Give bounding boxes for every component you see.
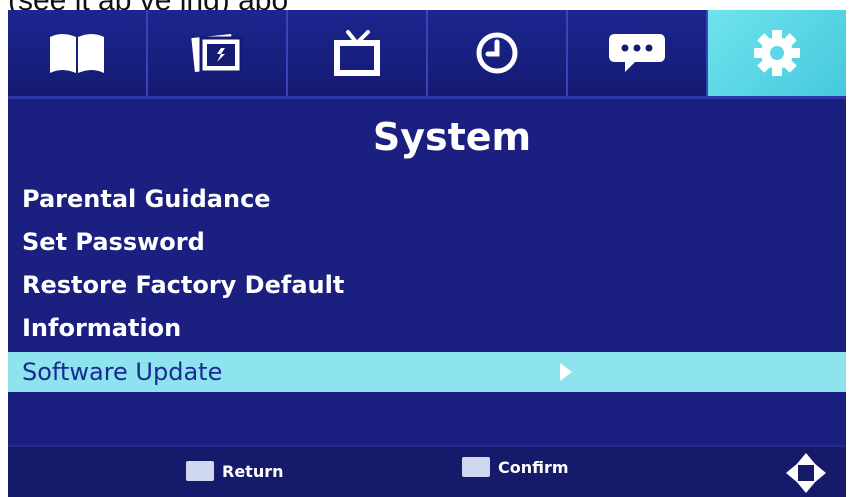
return-hint[interactable]: Return	[186, 461, 284, 481]
photo-frame: (see it ab ve ing) abo System Parental G…	[0, 0, 854, 497]
tab-time[interactable]	[428, 10, 568, 96]
menu-item-restore-factory-default[interactable]: Restore Factory Default	[8, 264, 846, 307]
confirm-hint[interactable]: Confirm	[462, 457, 569, 477]
menu-item-set-password[interactable]: Set Password	[8, 221, 846, 264]
tab-settings[interactable]	[708, 10, 846, 96]
arrow-right-icon	[560, 363, 572, 381]
tab-picture[interactable]	[148, 10, 288, 96]
speech-bubble-icon	[609, 34, 665, 72]
confirm-label: Confirm	[498, 457, 569, 477]
tab-language[interactable]	[568, 10, 708, 96]
menu-item-label: Software Update	[22, 358, 223, 386]
tab-guide[interactable]	[8, 10, 148, 96]
return-label: Return	[222, 461, 284, 481]
footer-hints: Return Confirm	[8, 445, 846, 497]
tv-icon	[334, 30, 380, 76]
menu-item-software-update[interactable]: Software Update	[8, 352, 846, 392]
menu-tab-bar	[8, 10, 846, 96]
dpad-icon	[786, 453, 826, 493]
gear-icon	[754, 30, 800, 76]
tab-tv[interactable]	[288, 10, 428, 96]
page-title: System	[372, 115, 532, 159]
menu-item-parental-guidance[interactable]: Parental Guidance	[8, 178, 846, 221]
tv-settings-screen: System Parental Guidance Set Password Re…	[8, 10, 846, 497]
key-icon	[186, 461, 214, 481]
key-icon	[462, 457, 490, 477]
book-icon	[50, 34, 104, 73]
tab-divider	[8, 96, 846, 99]
menu-item-information[interactable]: Information	[8, 307, 846, 350]
system-menu: Parental Guidance Set Password Restore F…	[8, 178, 846, 392]
picture-icon	[191, 34, 243, 74]
clock-icon	[476, 32, 518, 74]
